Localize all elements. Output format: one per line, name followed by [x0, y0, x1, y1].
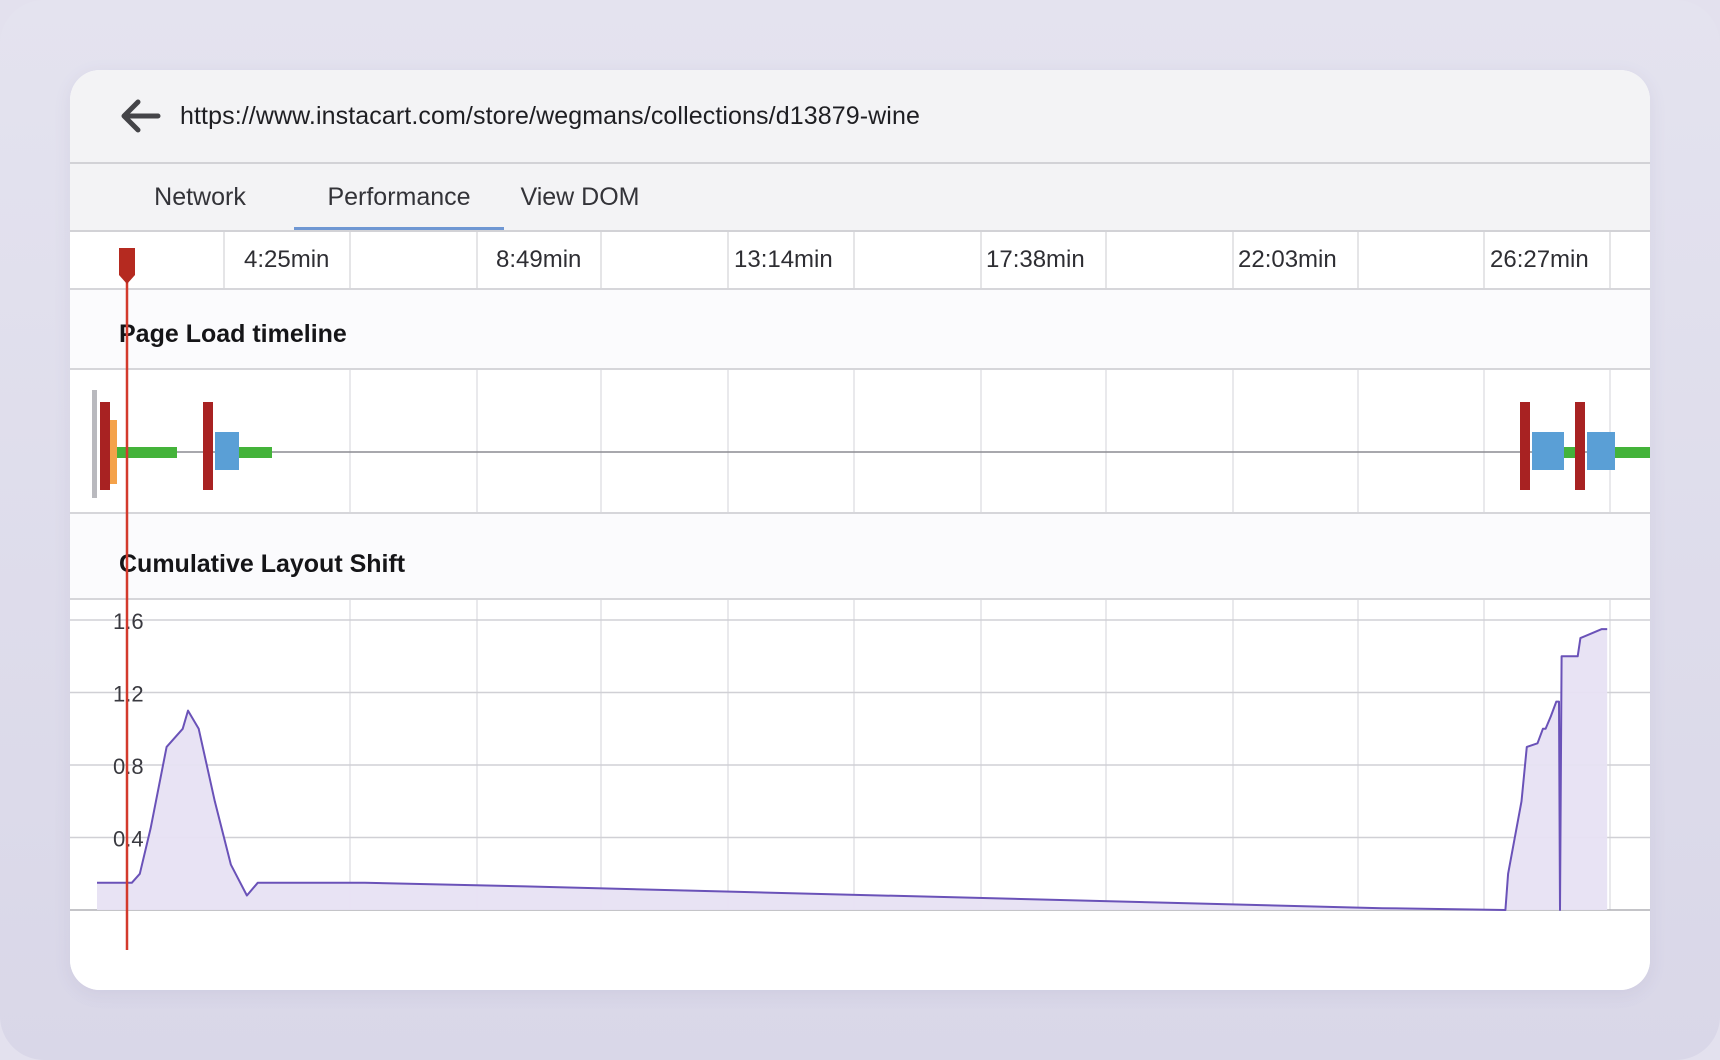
timeline-network-bar — [239, 447, 272, 458]
tab-network[interactable]: Network — [120, 164, 280, 230]
cls-y-tick-label: 1.2 — [113, 682, 144, 707]
ruler-tick-label: 8:49min — [496, 246, 582, 273]
timeline-blue-block — [1532, 432, 1564, 470]
cls-area-fill — [97, 629, 1608, 910]
page-load-title: Page Load timeline — [119, 320, 347, 348]
page-load-chart — [92, 370, 1650, 512]
ruler-tick-label: 22:03min — [1238, 246, 1337, 273]
timeline-network-bar — [1615, 447, 1650, 458]
timeline-blue-block — [1587, 432, 1615, 470]
cls-chart-area[interactable]: 0.4 0.8 1.2 1.6 — [70, 598, 1650, 990]
time-ruler[interactable]: 4:25min 8:49min 13:14min 17:38min 22:03m… — [70, 232, 1650, 290]
ruler-tick-label: 17:38min — [986, 246, 1085, 273]
cls-y-tick-label: 0.8 — [113, 754, 144, 779]
page-url[interactable]: https://www.instacart.com/store/wegmans/… — [180, 102, 920, 131]
cls-chart: 0.4 0.8 1.2 1.6 — [70, 600, 1650, 911]
cls-y-tick-label: 0.4 — [113, 827, 144, 852]
tab-performance[interactable]: Performance — [294, 164, 504, 230]
cls-series-line — [97, 628, 1608, 911]
timeline-marker-red — [203, 402, 213, 490]
cls-y-tick-label: 1.6 — [113, 609, 144, 634]
ruler-tick-label: 4:25min — [244, 246, 330, 273]
cls-title: Cumulative Layout Shift — [119, 550, 406, 578]
url-bar: https://www.instacart.com/store/wegmans/… — [70, 70, 1650, 164]
timeline-marker-red — [1575, 402, 1585, 490]
timeline-marker-red — [1520, 402, 1530, 490]
timeline-network-bar — [1564, 447, 1576, 458]
ruler-tick-label: 13:14min — [734, 246, 833, 273]
page-load-track[interactable] — [70, 368, 1650, 514]
performance-panel: https://www.instacart.com/store/wegmans/… — [70, 70, 1650, 990]
timeline-blue-block — [215, 432, 239, 470]
tab-bar: Network Performance View DOM — [70, 164, 1650, 232]
timeline-marker-orange — [110, 420, 117, 484]
timeline-network-bar — [117, 447, 177, 458]
page-background: https://www.instacart.com/store/wegmans/… — [0, 0, 1720, 1060]
timeline-marker-red — [100, 402, 110, 490]
back-button[interactable] — [118, 96, 162, 136]
ruler-tick-label: 26:27min — [1490, 246, 1589, 273]
arrow-left-icon — [121, 99, 161, 133]
tab-view-dom[interactable]: View DOM — [500, 164, 660, 230]
timeline-marker-gray — [92, 390, 97, 498]
